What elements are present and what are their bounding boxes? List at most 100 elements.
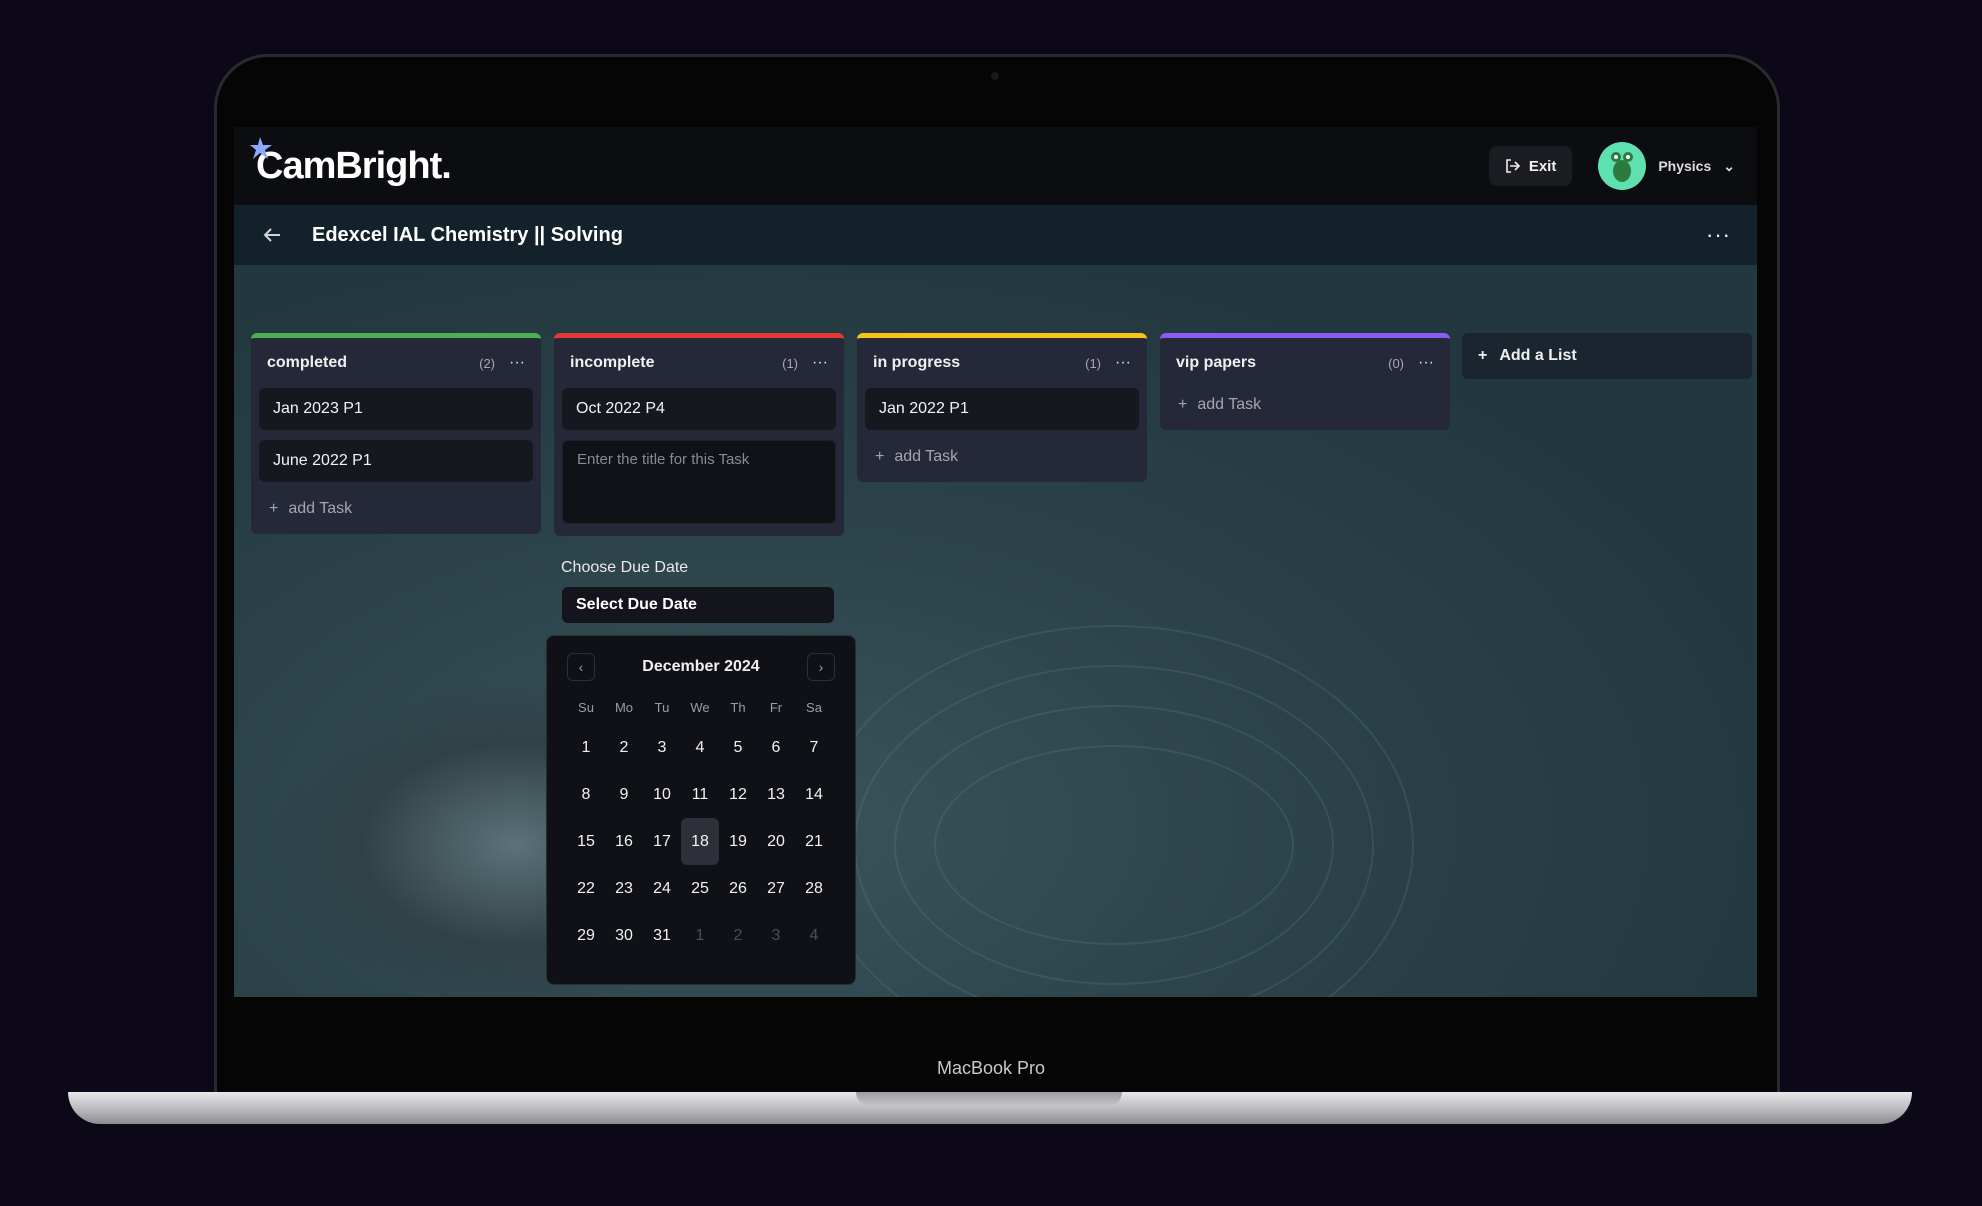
add-task-button[interactable]: + add Task — [259, 496, 533, 522]
list-header: vip papers (0) ··· — [1168, 348, 1442, 378]
logo[interactable]: CamBright. — [250, 136, 452, 188]
calendar-day-next-month[interactable]: 1 — [681, 912, 719, 959]
task-card[interactable]: Oct 2022 P4 — [562, 388, 836, 430]
exit-button[interactable]: Exit — [1488, 146, 1573, 186]
list-title: vip papers — [1176, 354, 1257, 371]
select-due-date-button[interactable]: Select Due Date — [562, 587, 834, 623]
add-task-label: add Task — [894, 448, 959, 465]
weekday-label: Mo — [614, 699, 634, 715]
date-picker: ‹ December 2024 › Su Mo Tu We Th Fr Sa 1 2 3 4 5 6 7 8… — [546, 635, 856, 985]
calendar-day[interactable]: 26 — [719, 865, 757, 912]
avatar — [1598, 142, 1647, 190]
weekday-label: Fr — [769, 699, 783, 715]
add-list-label: Add a List — [1499, 347, 1577, 364]
calendar-day[interactable]: 16 — [605, 818, 643, 865]
calendar-day[interactable]: 28 — [795, 865, 833, 912]
chevron-down-icon: ⌄ — [1723, 157, 1735, 174]
list-count: (1) — [1085, 355, 1102, 371]
list-title: incomplete — [570, 354, 655, 371]
calendar-month: December 2024 — [642, 658, 760, 675]
camera — [991, 72, 999, 80]
weekday-label: Sa — [806, 699, 822, 715]
list-menu-button[interactable]: ··· — [1418, 354, 1434, 372]
board-title: Edexcel IAL Chemistry || Solving — [312, 223, 623, 246]
weekday-label: Su — [578, 699, 594, 715]
calendar-day[interactable]: 20 — [757, 818, 795, 865]
calendar-day[interactable]: 31 — [643, 912, 681, 959]
add-task-button[interactable]: + add Task — [1168, 392, 1442, 418]
calendar-day[interactable]: 6 — [757, 724, 795, 771]
list-title: completed — [267, 354, 348, 371]
calendar-grid: Su Mo Tu We Th Fr Sa 1 2 3 4 5 6 7 8 9 10 11 12 13 14 15 16 17 1… — [567, 690, 835, 959]
exit-icon — [1506, 159, 1520, 173]
calendar-day[interactable]: 11 — [681, 771, 719, 818]
calendar-day[interactable]: 22 — [567, 865, 605, 912]
ripple — [814, 625, 1414, 997]
list-menu-button[interactable]: ··· — [509, 354, 525, 372]
chevron-left-icon[interactable]: ‹ — [567, 653, 595, 681]
exit-label: Exit — [1528, 157, 1557, 175]
calendar-day[interactable]: 3 — [643, 724, 681, 771]
calendar-day[interactable]: 12 — [719, 771, 757, 818]
header-actions: Exit Physics ⌄ — [1488, 142, 1735, 190]
chevron-right-icon[interactable]: › — [807, 653, 835, 681]
calendar-day[interactable]: 9 — [605, 771, 643, 818]
profile-menu[interactable]: Physics ⌄ — [1598, 142, 1735, 190]
add-list-button[interactable]: + Add a List — [1462, 333, 1752, 379]
plus-icon: + — [875, 448, 885, 465]
list-completed: completed (2) ··· Jan 2023 P1 June 2022 … — [251, 333, 541, 534]
calendar-day-next-month[interactable]: 3 — [757, 912, 795, 959]
calendar-day[interactable]: 17 — [643, 818, 681, 865]
list-count: (0) — [1388, 355, 1405, 371]
laptop-notch — [856, 1092, 1122, 1106]
weekday-label: Tu — [654, 699, 670, 715]
calendar-day[interactable]: 25 — [681, 865, 719, 912]
calendar-day[interactable]: 15 — [567, 818, 605, 865]
device-brand-label: MacBook Pro — [936, 1058, 1046, 1078]
calendar-day[interactable]: 21 — [795, 818, 833, 865]
screen: CamBright. Exit Physics ⌄ Edexcel IAL Ch… — [234, 127, 1757, 997]
calendar-day[interactable]: 7 — [795, 724, 833, 771]
calendar-day[interactable]: 8 — [567, 771, 605, 818]
calendar-day[interactable]: 30 — [605, 912, 643, 959]
calendar-day[interactable]: 24 — [643, 865, 681, 912]
calendar-day[interactable]: 4 — [681, 724, 719, 771]
calendar-day[interactable]: 27 — [757, 865, 795, 912]
task-card[interactable]: Jan 2023 P1 — [259, 388, 533, 430]
calendar-day-next-month[interactable]: 4 — [795, 912, 833, 959]
list-vip-papers: vip papers (0) ··· + add Task — [1160, 333, 1450, 430]
add-task-label: add Task — [1197, 396, 1262, 413]
board-menu-button[interactable]: ··· — [1706, 222, 1731, 248]
plus-icon: + — [1478, 347, 1488, 364]
calendar-day[interactable]: 10 — [643, 771, 681, 818]
frog-avatar-icon — [1611, 152, 1634, 182]
add-task-button[interactable]: + add Task — [865, 444, 1139, 470]
calendar-day[interactable]: 2 — [605, 724, 643, 771]
star-icon — [250, 136, 272, 159]
calendar-day-next-month[interactable]: 2 — [719, 912, 757, 959]
calendar-day[interactable]: 1 — [567, 724, 605, 771]
task-title-input[interactable]: Enter the title for this Task — [562, 440, 836, 524]
board-bar: Edexcel IAL Chemistry || Solving ··· — [234, 205, 1757, 265]
plus-icon: + — [269, 500, 279, 517]
list-count: (2) — [479, 355, 496, 371]
list-title: in progress — [873, 354, 961, 371]
task-card[interactable]: June 2022 P1 — [259, 440, 533, 482]
list-menu-button[interactable]: ··· — [812, 354, 828, 372]
list-in-progress: in progress (1) ··· Jan 2022 P1 + add Ta… — [857, 333, 1147, 482]
list-count: (1) — [782, 355, 799, 371]
back-arrow-icon[interactable] — [260, 223, 284, 247]
calendar-day[interactable]: 29 — [567, 912, 605, 959]
task-card[interactable]: Jan 2022 P1 — [865, 388, 1139, 430]
calendar-day[interactable]: 19 — [719, 818, 757, 865]
calendar-day[interactable]: 13 — [757, 771, 795, 818]
list-menu-button[interactable]: ··· — [1115, 354, 1131, 372]
calendar-header: ‹ December 2024 › — [567, 652, 835, 682]
calendar-day[interactable]: 5 — [719, 724, 757, 771]
calendar-day[interactable]: 14 — [795, 771, 833, 818]
due-date-label: Choose Due Date — [561, 559, 689, 576]
calendar-day[interactable]: 23 — [605, 865, 643, 912]
calendar-day-selected[interactable]: 18 — [681, 818, 719, 865]
plus-icon: + — [1178, 396, 1188, 413]
list-header: incomplete (1) ··· — [562, 348, 836, 378]
